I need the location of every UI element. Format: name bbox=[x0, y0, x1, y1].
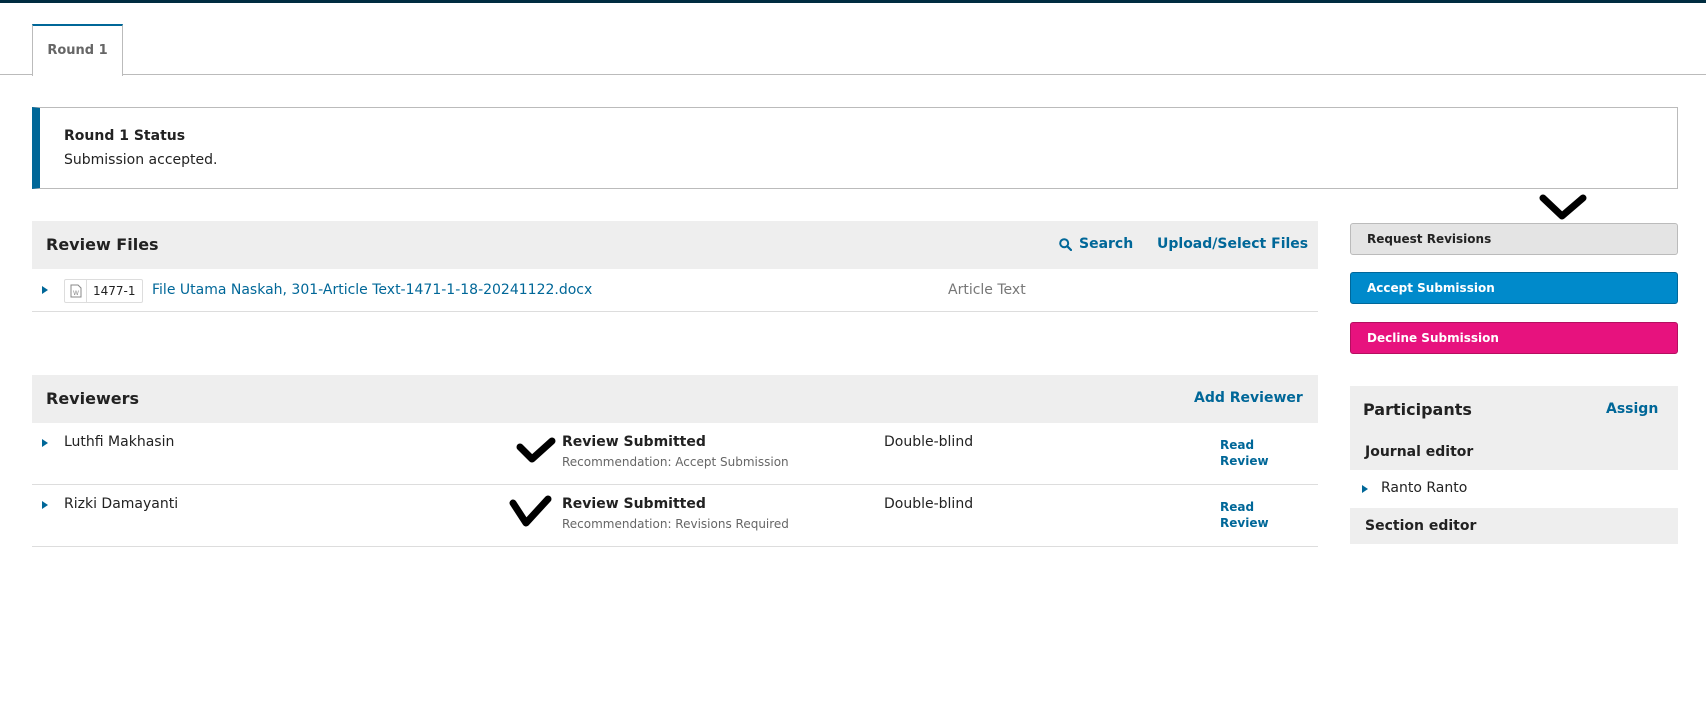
check-mark-icon bbox=[516, 437, 556, 463]
expand-arrow-icon[interactable] bbox=[42, 286, 48, 294]
status-text: Submission accepted. bbox=[64, 152, 218, 168]
file-type: Article Text bbox=[948, 282, 1026, 298]
reviewer-row: Luthfi Makhasin Review Submitted Recomme… bbox=[32, 423, 1318, 485]
reviewer-name: Luthfi Makhasin bbox=[64, 434, 175, 450]
file-name-link[interactable]: File Utama Naskah, 301-Article Text-1471… bbox=[152, 282, 592, 298]
review-recommendation: Recommendation: Accept Submission bbox=[562, 455, 789, 469]
tab-round-1[interactable]: Round 1 bbox=[32, 24, 123, 76]
participant-row: Ranto Ranto bbox=[1350, 470, 1678, 508]
assign-button[interactable]: Assign bbox=[1606, 401, 1658, 417]
review-status: Review Submitted bbox=[562, 434, 706, 450]
participant-group-journal-editor: Journal editor bbox=[1350, 434, 1678, 470]
status-title: Round 1 Status bbox=[64, 128, 186, 144]
decline-submission-button[interactable]: Decline Submission bbox=[1350, 322, 1678, 354]
read-review-link[interactable]: Read Review bbox=[1220, 437, 1270, 469]
review-recommendation: Recommendation: Revisions Required bbox=[562, 517, 789, 531]
reviewers-title: Reviewers bbox=[46, 389, 139, 408]
review-files-header: Review Files Search Upload/Select Files bbox=[32, 221, 1318, 269]
expand-arrow-icon[interactable] bbox=[1362, 485, 1368, 493]
top-bar bbox=[0, 0, 1706, 3]
file-row: W 1477-1 File Utama Naskah, 301-Article … bbox=[32, 270, 1318, 312]
search-button[interactable]: Search bbox=[1059, 236, 1133, 252]
review-method: Double-blind bbox=[884, 434, 974, 450]
upload-select-files-button[interactable]: Upload/Select Files bbox=[1157, 236, 1308, 252]
review-method: Double-blind bbox=[884, 496, 974, 512]
read-review-link[interactable]: Read Review bbox=[1220, 499, 1270, 531]
accept-submission-button[interactable]: Accept Submission bbox=[1350, 272, 1678, 304]
review-files-title: Review Files bbox=[46, 235, 159, 254]
participants-header: Participants Assign bbox=[1350, 386, 1678, 434]
search-label: Search bbox=[1079, 236, 1134, 252]
expand-arrow-icon[interactable] bbox=[42, 501, 48, 509]
review-status: Review Submitted bbox=[562, 496, 706, 512]
request-revisions-button[interactable]: Request Revisions bbox=[1350, 223, 1678, 255]
file-id-badge: W 1477-1 bbox=[64, 279, 143, 303]
svg-text:W: W bbox=[73, 290, 79, 297]
search-icon bbox=[1059, 237, 1072, 251]
check-mark-icon bbox=[1539, 194, 1587, 220]
word-document-icon: W bbox=[65, 280, 87, 302]
reviewer-row: Rizki Damayanti Review Submitted Recomme… bbox=[32, 485, 1318, 547]
participants-panel: Participants Assign Journal editor Ranto… bbox=[1350, 386, 1678, 556]
participant-group-section-editor: Section editor bbox=[1350, 508, 1678, 544]
expand-arrow-icon[interactable] bbox=[42, 439, 48, 447]
round-tabs: Round 1 bbox=[0, 24, 1706, 76]
check-mark-icon bbox=[509, 495, 552, 527]
round-status-box: Round 1 Status Submission accepted. bbox=[32, 107, 1678, 189]
reviewers-header: Reviewers Add Reviewer bbox=[32, 375, 1318, 423]
participant-name: Ranto Ranto bbox=[1381, 480, 1468, 496]
reviewer-name: Rizki Damayanti bbox=[64, 496, 179, 512]
participants-title: Participants bbox=[1363, 400, 1472, 419]
file-id: 1477-1 bbox=[93, 284, 136, 298]
add-reviewer-button[interactable]: Add Reviewer bbox=[1194, 390, 1303, 406]
